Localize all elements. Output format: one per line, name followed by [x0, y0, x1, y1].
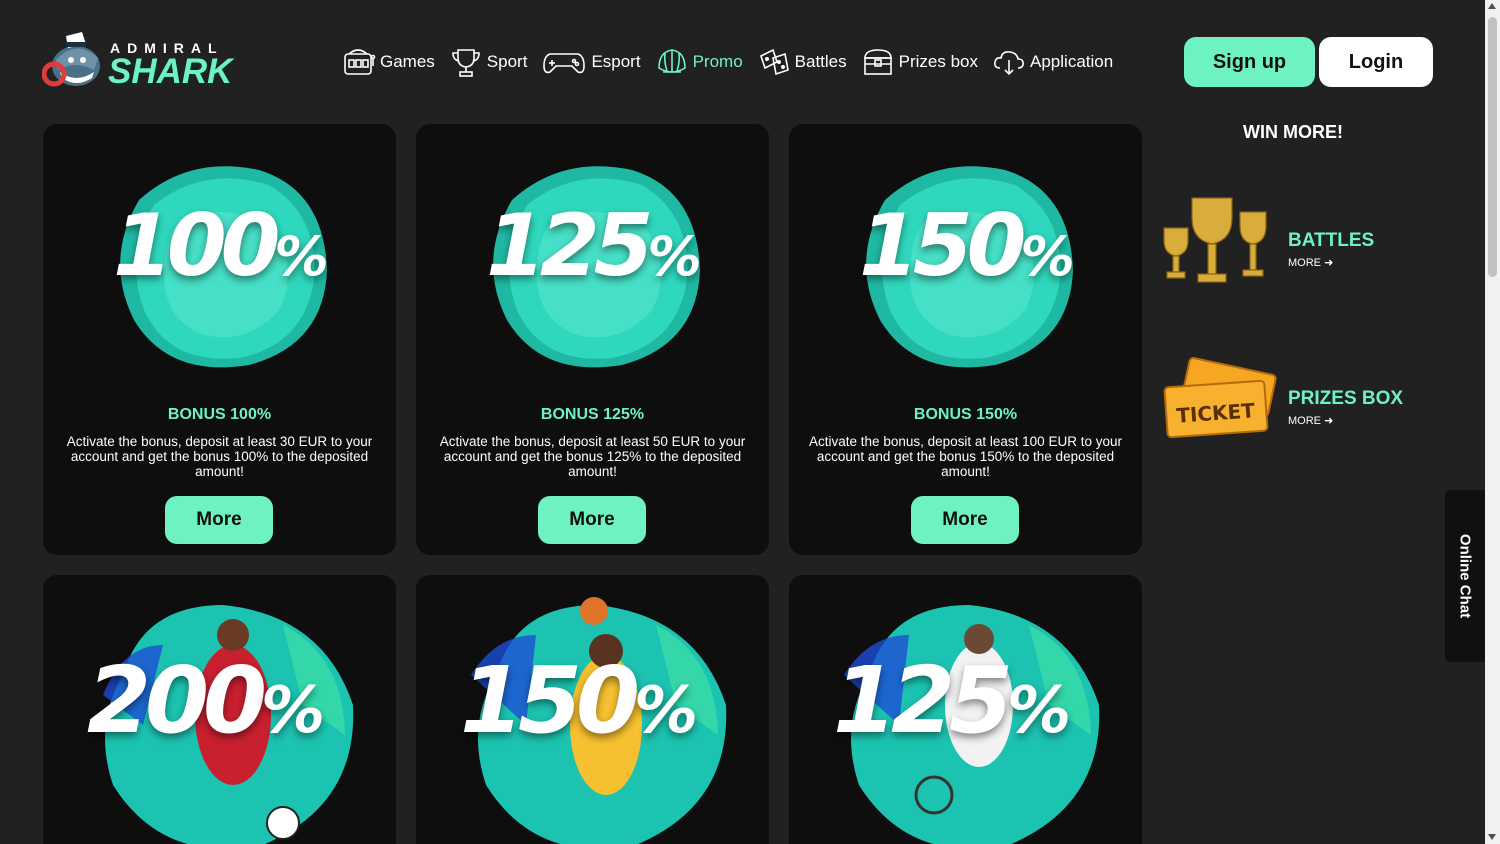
bonus-percent-graphic: 125% [486, 196, 726, 296]
admiral-shark-logo[interactable]: ADMIRAL SHARK [42, 30, 232, 94]
promo-title: BONUS 100% [167, 406, 272, 423]
online-chat-label: Online Chat [1456, 533, 1474, 619]
main-nav: Games Sport Esport Promo Battles Prizes … [342, 44, 1127, 80]
sidebar-item-label: BATTLES [1288, 230, 1375, 251]
promo-description: Activate the bonus, deposit at least 100… [809, 434, 1122, 479]
nav-esport-label: Esport [591, 52, 641, 71]
promo-description: Activate the bonus, deposit at least 30 … [66, 434, 373, 479]
more-button[interactable]: More [911, 496, 1019, 544]
sidebar-item-label: PRIZES BOX [1288, 388, 1404, 409]
more-link-label: MORE [1288, 415, 1321, 427]
gamepad-icon [543, 53, 586, 74]
nav-sport-label: Sport [486, 52, 528, 71]
bonus-percent-graphic: 150% [460, 647, 700, 754]
login-button[interactable]: Login [1319, 37, 1433, 87]
more-link-label: MORE [1288, 257, 1321, 269]
trophies-icon [1163, 197, 1267, 283]
promo-title: BONUS 150% [913, 406, 1018, 423]
page-scrollbar[interactable] [1485, 0, 1500, 844]
treasure-chest-icon [863, 49, 892, 75]
nav-games[interactable]: Games [342, 46, 435, 78]
bonus-percent-graphic: 200% [87, 647, 327, 754]
sidebar-item-battles[interactable]: BATTLES MORE ➜ [1158, 192, 1438, 302]
sport-promo-card[interactable]: 150% [416, 575, 769, 844]
sidebar-item-prizes-box[interactable]: TICKET PRIZES BOX MORE ➜ [1158, 350, 1438, 460]
nav-prizes-box[interactable]: Prizes box [861, 46, 978, 78]
promo-card: 150% BONUS 150% Activate the bonus, depo… [789, 124, 1142, 555]
promo-title: BONUS 125% [540, 406, 645, 423]
dice-icon [759, 48, 789, 76]
shell-icon [657, 49, 686, 73]
promo-card: 125% BONUS 125% Activate the bonus, depo… [416, 124, 769, 555]
sign-up-button[interactable]: Sign up [1184, 37, 1315, 87]
nav-promo-label: Promo [692, 52, 743, 71]
promo-card: 100% BONUS 100% Activate the bonus, depo… [43, 124, 396, 555]
nav-games-label: Games [380, 52, 435, 71]
online-chat-tab[interactable]: Online Chat [1445, 490, 1485, 662]
trophy-icon [451, 49, 480, 77]
more-link[interactable]: MORE ➜ [1288, 414, 1333, 427]
nav-application-label: Application [1030, 52, 1114, 71]
bonus-percent-sign: % [634, 674, 699, 748]
logo-shark-text: SHARK [108, 52, 233, 91]
bonus-percent-sign: % [1020, 225, 1075, 288]
nav-application[interactable]: Application [992, 46, 1113, 78]
ticket-icon: TICKET [1163, 357, 1277, 439]
nav-sport[interactable]: Sport [449, 46, 528, 78]
shark-mascot-icon [42, 32, 100, 87]
scroll-down-icon[interactable] [1488, 834, 1496, 840]
scroll-up-icon[interactable] [1488, 3, 1496, 9]
bonus-percent-number: 125 [833, 647, 1013, 754]
nav-battles-label: Battles [794, 52, 847, 71]
bonus-percent-graphic: 100% [113, 196, 353, 296]
site-header: ADMIRAL SHARK Games Sport Esport Promo B… [0, 0, 1485, 120]
more-button[interactable]: More [538, 496, 646, 544]
nav-promo[interactable]: Promo [655, 46, 743, 78]
win-more-heading: WIN MORE! [1243, 122, 1343, 142]
sport-promo-card[interactable]: 200% [43, 575, 396, 844]
nav-prizes-box-label: Prizes box [898, 52, 979, 71]
promo-description: Activate the bonus, deposit at least 50 … [439, 434, 746, 479]
sport-promo-card[interactable]: 125% [789, 575, 1142, 844]
more-button[interactable]: More [165, 496, 273, 544]
arrow-right-icon: ➜ [1324, 415, 1334, 427]
bonus-percent-number: 150 [460, 647, 640, 754]
bonus-percent-graphic: 125% [833, 647, 1073, 754]
scrollbar-thumb[interactable] [1488, 17, 1497, 277]
bonus-percent-number: 200 [87, 647, 267, 754]
nav-battles[interactable]: Battles [757, 46, 847, 78]
bonus-percent-sign: % [261, 674, 326, 748]
more-link[interactable]: MORE ➜ [1288, 256, 1333, 269]
bonus-percent-sign: % [274, 225, 329, 288]
bonus-percent-number: 100 [113, 196, 281, 296]
bonus-percent-number: 125 [486, 196, 654, 296]
arrow-right-icon: ➜ [1324, 257, 1334, 269]
cloud-download-icon [994, 51, 1024, 76]
bonus-percent-graphic: 150% [859, 196, 1099, 296]
nav-esport[interactable]: Esport [541, 46, 641, 78]
bonus-percent-sign: % [1007, 674, 1072, 748]
bonus-percent-sign: % [647, 225, 702, 288]
slot-machine-icon [344, 49, 376, 75]
bonus-percent-number: 150 [859, 196, 1027, 296]
